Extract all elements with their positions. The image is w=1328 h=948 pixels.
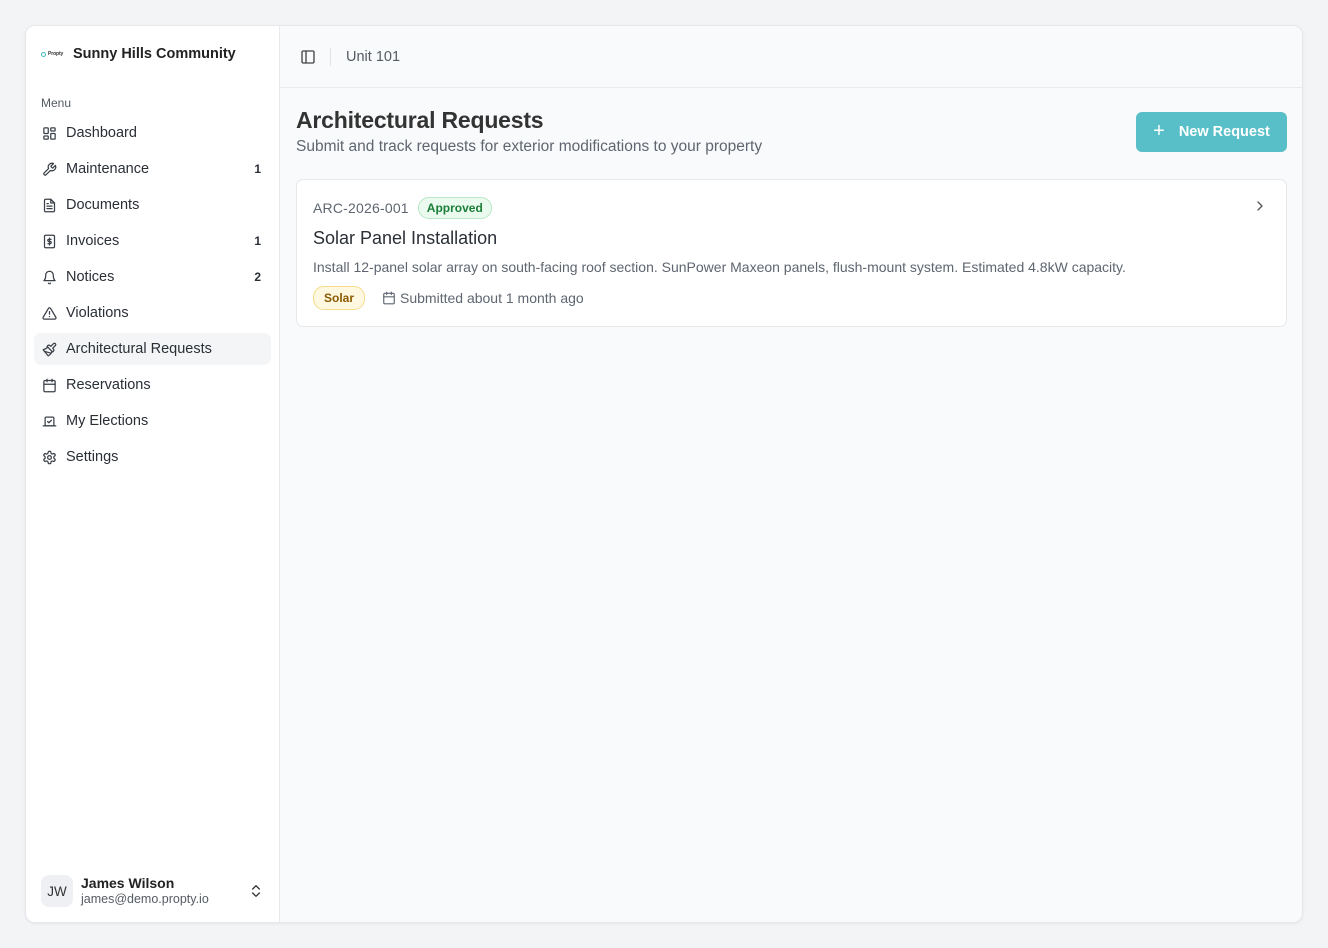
sidebar-item-label: Settings <box>66 449 119 465</box>
new-request-button[interactable]: + New Request <box>1136 112 1287 152</box>
wrench-icon <box>41 161 57 177</box>
main-content: Unit 101 Architectural Requests Submit a… <box>280 26 1302 922</box>
bell-icon <box>41 269 57 285</box>
sidebar-item-label: Notices <box>66 269 115 285</box>
request-card[interactable]: ARC-2026-001 Approved Solar Panel Instal… <box>296 179 1287 327</box>
brand[interactable]: Propty Sunny Hills Community <box>26 26 279 80</box>
gear-icon <box>41 449 57 465</box>
new-request-label: New Request <box>1178 124 1270 140</box>
status-badge: Approved <box>417 197 492 219</box>
sidebar-item-reservations[interactable]: Reservations <box>34 369 271 401</box>
plus-icon: + <box>1153 120 1165 142</box>
request-meta: Solar Submitted about 1 month ago <box>313 286 1270 310</box>
calendar-icon <box>383 291 395 305</box>
sidebar-toggle-icon[interactable] <box>298 47 318 67</box>
sidebar-item-label: Maintenance <box>66 161 150 177</box>
user-info: James Wilson james@demo.propty.io <box>81 875 248 908</box>
chevrons-up-down-icon[interactable] <box>248 883 264 899</box>
app-window: Propty Sunny Hills Community Menu Dashbo… <box>25 25 1303 923</box>
submitted-date: Submitted about 1 month ago <box>400 290 584 306</box>
calendar-icon <box>41 377 57 393</box>
warning-icon <box>41 305 57 321</box>
sidebar-item-label: Violations <box>66 305 129 321</box>
request-id: ARC-2026-001 <box>313 200 409 216</box>
sidebar-item-violations[interactable]: Violations <box>34 297 271 329</box>
topbar: Unit 101 <box>280 26 1302 88</box>
sidebar-item-maintenance[interactable]: Maintenance 1 <box>34 153 271 185</box>
sidebar-item-dashboard[interactable]: Dashboard <box>34 117 271 149</box>
submitted-info: Submitted about 1 month ago <box>382 290 584 306</box>
avatar: JW <box>41 875 73 907</box>
sidebar-item-badge: 2 <box>254 270 261 284</box>
breadcrumb: Unit 101 <box>346 48 401 65</box>
menu-label: Menu <box>41 96 72 110</box>
sidebar-item-label: My Elections <box>66 413 149 429</box>
sidebar: Propty Sunny Hills Community Menu Dashbo… <box>26 26 280 922</box>
sidebar-item-notices[interactable]: Notices 2 <box>34 261 271 293</box>
page-subtitle: Submit and track requests for exterior m… <box>296 138 763 155</box>
document-icon <box>41 197 57 213</box>
sidebar-item-label: Documents <box>66 197 140 213</box>
dashboard-icon <box>41 125 57 141</box>
request-description: Install 12-panel solar array on south-fa… <box>313 259 1126 275</box>
topbar-divider <box>330 47 331 66</box>
invoice-icon <box>41 233 57 249</box>
request-title: Solar Panel Installation <box>313 228 498 248</box>
sidebar-item-label: Dashboard <box>66 125 137 141</box>
sidebar-item-settings[interactable]: Settings <box>34 441 271 473</box>
page-header: Architectural Requests Submit and track … <box>280 88 1302 156</box>
logo-mark-icon <box>41 51 46 57</box>
sidebar-item-badge: 1 <box>254 162 261 176</box>
paintbrush-icon <box>41 341 57 357</box>
sidebar-item-label: Invoices <box>66 233 120 249</box>
category-tag: Solar <box>313 286 366 310</box>
sidebar-nav: Dashboard Maintenance 1 Documents Invoic… <box>26 117 279 473</box>
brand-logo-text: Propty <box>48 51 64 57</box>
user-menu[interactable]: JW James Wilson james@demo.propty.io <box>26 860 279 922</box>
sidebar-item-invoices[interactable]: Invoices 1 <box>34 225 271 257</box>
request-card-header: ARC-2026-001 Approved <box>313 197 1270 219</box>
ballot-icon <box>41 413 57 429</box>
page-title: Architectural Requests <box>296 107 544 133</box>
sidebar-item-my-elections[interactable]: My Elections <box>34 405 271 437</box>
sidebar-item-label: Reservations <box>66 377 151 393</box>
sidebar-item-architectural-requests[interactable]: Architectural Requests <box>34 333 271 365</box>
chevron-right-icon[interactable] <box>1252 198 1268 214</box>
brand-logo: Propty <box>41 51 65 57</box>
community-name: Sunny Hills Community <box>73 46 236 62</box>
user-email: james@demo.propty.io <box>81 892 209 907</box>
sidebar-item-documents[interactable]: Documents <box>34 189 271 221</box>
sidebar-item-badge: 1 <box>254 234 261 248</box>
page-heading: Architectural Requests Submit and track … <box>296 107 762 156</box>
user-name: James Wilson <box>81 874 175 891</box>
sidebar-item-label: Architectural Requests <box>66 341 212 357</box>
